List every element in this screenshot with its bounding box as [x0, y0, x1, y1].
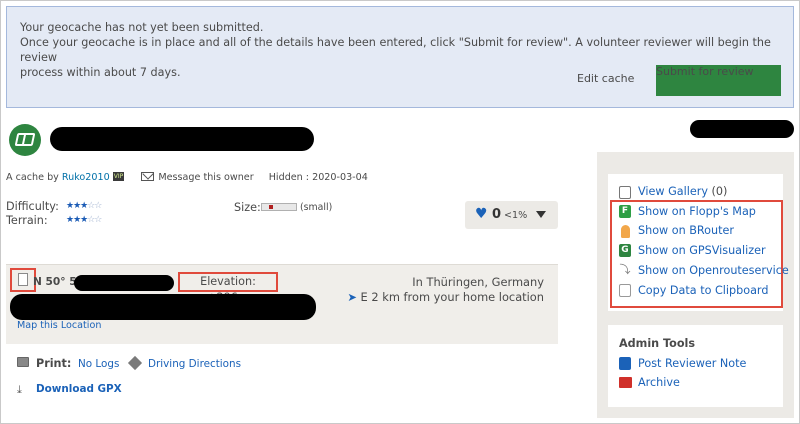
- show-on-openrouteservice-link[interactable]: Show on Openrouteservice: [638, 264, 789, 277]
- archive-link[interactable]: Archive: [638, 376, 680, 389]
- cache-owner-line: A cache by Ruko2010 VIP Message this own…: [6, 172, 368, 183]
- difficulty-stars: ★★★☆☆: [66, 201, 102, 211]
- redacted-location-detail: [10, 294, 316, 320]
- message-owner-link[interactable]: Message this owner: [158, 172, 253, 183]
- distance-text: ➤ E 2 km from your home location: [340, 290, 544, 304]
- banner-line-1: Your geocache has not yet been submitted…: [20, 21, 264, 34]
- hidden-date: Hidden : 2020-03-04: [268, 172, 368, 183]
- chevron-down-icon[interactable]: [536, 211, 546, 218]
- size-label: Size:: [234, 201, 261, 214]
- mail-icon: [141, 172, 155, 181]
- cache-type-icon: [9, 124, 41, 156]
- elevation-value: Elevation: +296m: [178, 272, 278, 304]
- difficulty-terrain-labels: Difficulty: Terrain:: [6, 200, 59, 228]
- show-on-flopp-link[interactable]: Show on Flopp's Map: [638, 205, 756, 218]
- owner-link[interactable]: Ruko2010: [62, 172, 110, 183]
- map-this-location-link[interactable]: Map this Location: [17, 320, 101, 331]
- driving-directions-link[interactable]: Driving Directions: [148, 358, 241, 370]
- print-no-logs-link[interactable]: No Logs: [78, 358, 119, 370]
- show-on-brouter-link[interactable]: Show on BRouter: [638, 224, 734, 237]
- printer-icon: [17, 357, 29, 367]
- show-on-gpsvisualizer-link[interactable]: Show on GPSVisualizer: [638, 244, 766, 257]
- download-gpx-link[interactable]: Download GPX: [36, 383, 122, 395]
- view-gallery-link[interactable]: View Gallery: [638, 185, 708, 198]
- terrain-stars: ★★★☆☆: [66, 215, 102, 225]
- owner-badge: VIP: [112, 172, 125, 181]
- gallery-count: (0): [711, 185, 728, 198]
- difficulty-label: Difficulty:: [6, 200, 59, 213]
- terrain-label: Terrain:: [6, 214, 48, 227]
- download-icon: ⤓: [17, 383, 22, 396]
- redacted-cache-name: [50, 127, 314, 151]
- gpsvisualizer-icon: G: [619, 244, 631, 257]
- view-gallery-row[interactable]: View Gallery (0): [638, 185, 727, 198]
- edit-cache-link[interactable]: Edit cache: [577, 72, 634, 85]
- archive-icon: [619, 377, 632, 388]
- actions-panel: [6, 345, 558, 409]
- flopp-map-icon: F: [619, 205, 631, 218]
- redacted-coordinates: [74, 275, 174, 291]
- favorites-widget[interactable]: ♥ 0 <1%: [465, 201, 558, 229]
- brouter-icon: [621, 225, 630, 238]
- favorites-count: 0: [492, 207, 502, 222]
- copy-to-clipboard-link[interactable]: Copy Data to Clipboard: [638, 284, 768, 297]
- coordinates-text: N 50° 5: [33, 276, 77, 288]
- openroute-icon: ⤵: [619, 263, 631, 276]
- heart-icon: ♥: [475, 206, 488, 222]
- gallery-icon: [619, 186, 631, 199]
- size-value: (small): [300, 202, 333, 213]
- reviewer-note-icon: [619, 357, 631, 370]
- direction-arrow-icon: ➤: [347, 290, 361, 304]
- distance-value: E 2 km from your home location: [360, 290, 544, 304]
- banner-line-2: Once your geocache is in place and all o…: [20, 36, 771, 64]
- region-text: In Thüringen, Germany: [412, 275, 544, 289]
- print-label: Print:: [36, 357, 72, 370]
- clipboard-icon: [619, 284, 631, 297]
- by-prefix: A cache by: [6, 172, 59, 183]
- size-indicator: [261, 203, 297, 211]
- favorites-percent: <1%: [504, 210, 528, 221]
- admin-tools-title: Admin Tools: [619, 337, 696, 350]
- redacted-gc-code: [690, 120, 794, 138]
- post-reviewer-note-link[interactable]: Post Reviewer Note: [638, 357, 746, 370]
- submit-for-review-button[interactable]: Submit for review: [656, 65, 781, 96]
